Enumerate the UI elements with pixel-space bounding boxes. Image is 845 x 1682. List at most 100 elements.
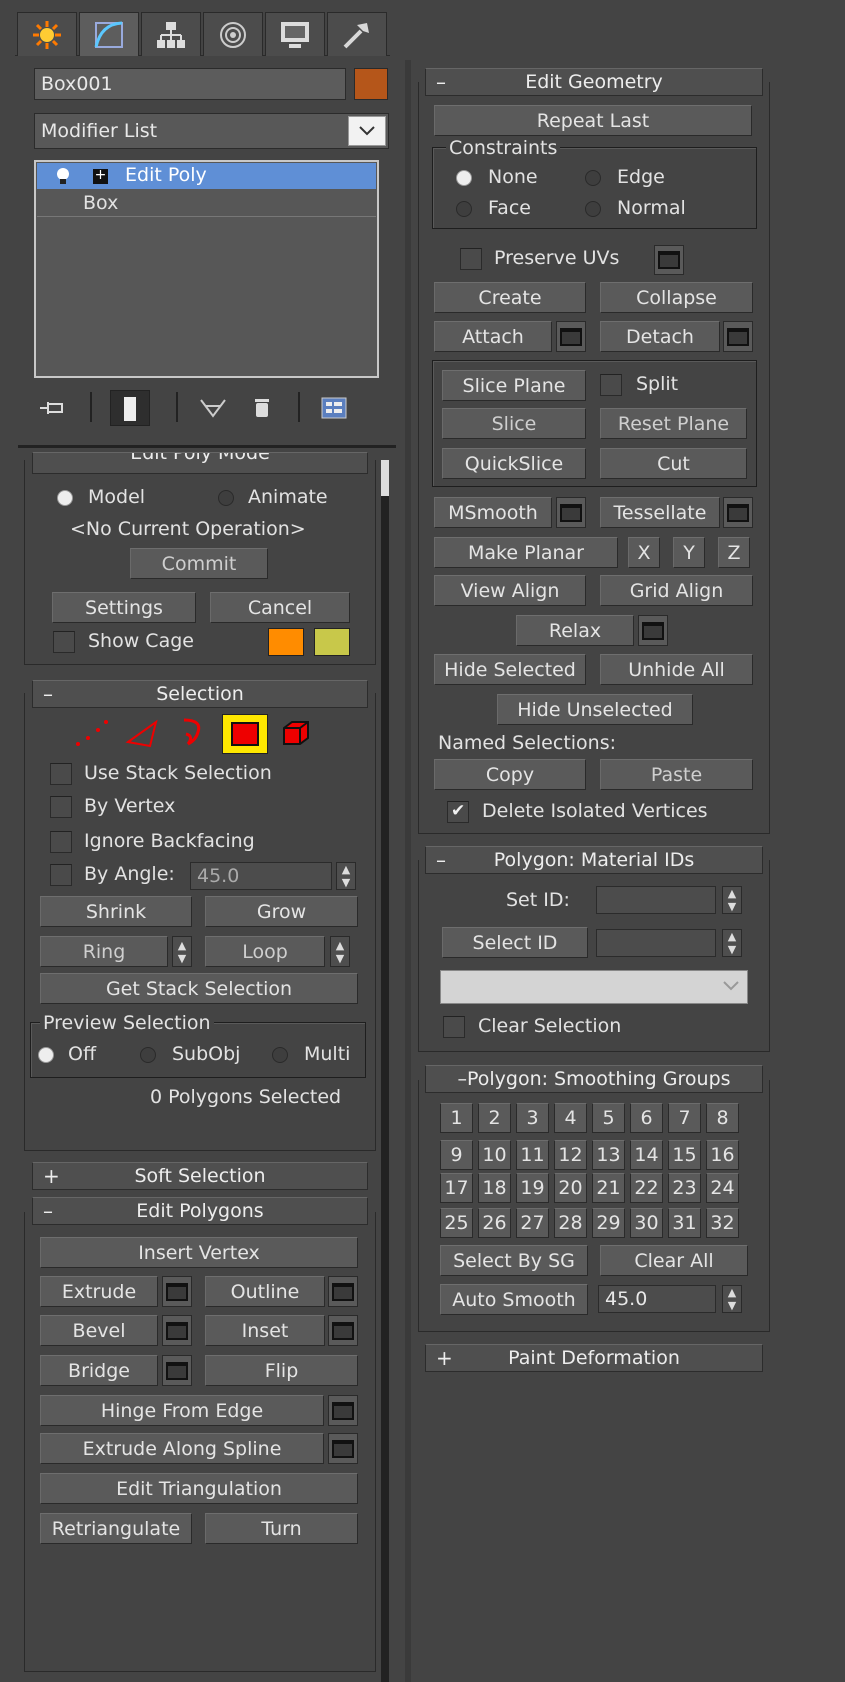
loop-button[interactable]: Loop xyxy=(205,936,325,967)
paste-button[interactable]: Paste xyxy=(600,759,753,790)
constraint-normal-radio[interactable] xyxy=(585,201,601,217)
planar-x-button[interactable]: X xyxy=(628,537,660,568)
settings-button[interactable]: Settings xyxy=(52,592,196,623)
outline-settings-button[interactable] xyxy=(328,1276,358,1307)
smoothing-group-button[interactable]: 16 xyxy=(706,1140,739,1170)
bridge-button[interactable]: Bridge xyxy=(40,1355,158,1386)
detach-button[interactable]: Detach xyxy=(600,321,720,352)
select-id-input[interactable] xyxy=(596,929,716,957)
ignore-backfacing-checkbox[interactable] xyxy=(50,831,72,853)
ring-spinner[interactable]: ▲ ▼ xyxy=(172,936,192,967)
tessellate-settings-button[interactable] xyxy=(723,497,753,528)
hide-unselected-button[interactable]: Hide Unselected xyxy=(497,694,693,725)
delete-isolated-vertices-checkbox[interactable] xyxy=(447,801,469,823)
smoothing-group-button[interactable]: 20 xyxy=(554,1173,587,1203)
make-unique-icon[interactable] xyxy=(198,396,228,420)
tab-modify[interactable] xyxy=(79,12,139,56)
flip-button[interactable]: Flip xyxy=(205,1355,358,1386)
unhide-all-button[interactable]: Unhide All xyxy=(600,654,753,685)
select-id-spinner[interactable]: ▲ ▼ xyxy=(722,929,742,957)
cut-button[interactable]: Cut xyxy=(600,448,747,479)
get-stack-selection-button[interactable]: Get Stack Selection xyxy=(40,973,358,1004)
smoothing-group-button[interactable]: 27 xyxy=(516,1208,549,1238)
cage-color-2[interactable] xyxy=(314,628,350,656)
smoothing-group-button[interactable]: 25 xyxy=(440,1208,473,1238)
clear-all-button[interactable]: Clear All xyxy=(600,1245,748,1276)
bridge-settings-button[interactable] xyxy=(162,1355,192,1386)
edit-poly-mode-header[interactable]: Edit Poly Mode xyxy=(32,452,368,474)
smoothing-group-button[interactable]: 2 xyxy=(478,1103,511,1133)
tab-motion[interactable] xyxy=(203,12,263,56)
smoothing-group-button[interactable]: 29 xyxy=(592,1208,625,1238)
soft-selection-header[interactable]: + Soft Selection xyxy=(32,1162,368,1190)
pin-stack-icon[interactable] xyxy=(38,398,66,418)
preview-off-radio[interactable] xyxy=(38,1047,54,1063)
extrude-button[interactable]: Extrude xyxy=(40,1276,158,1307)
tessellate-button[interactable]: Tessellate xyxy=(600,497,720,528)
expand-plus-icon[interactable]: + xyxy=(93,168,108,184)
set-id-spinner[interactable]: ▲ ▼ xyxy=(722,886,742,914)
smoothing-group-button[interactable]: 7 xyxy=(668,1103,701,1133)
preview-multi-radio[interactable] xyxy=(272,1047,288,1063)
vertex-subobject-icon[interactable] xyxy=(74,718,110,748)
smoothing-group-button[interactable]: 28 xyxy=(554,1208,587,1238)
relax-button[interactable]: Relax xyxy=(516,615,634,646)
tab-utilities[interactable] xyxy=(327,12,387,56)
smoothing-group-button[interactable]: 6 xyxy=(630,1103,663,1133)
select-by-sg-button[interactable]: Select By SG xyxy=(440,1245,588,1276)
object-name-field[interactable]: Box001 xyxy=(34,68,346,100)
selection-header[interactable]: – Selection xyxy=(32,680,368,708)
smoothing-group-button[interactable]: 18 xyxy=(478,1173,511,1203)
smoothing-group-button[interactable]: 32 xyxy=(706,1208,739,1238)
smoothing-group-button[interactable]: 14 xyxy=(630,1140,663,1170)
by-angle-input[interactable]: 45.0 xyxy=(190,862,332,890)
material-name-dropdown[interactable] xyxy=(440,970,748,1004)
msmooth-button[interactable]: MSmooth xyxy=(434,497,552,528)
smoothing-group-button[interactable]: 11 xyxy=(516,1140,549,1170)
shrink-button[interactable]: Shrink xyxy=(40,896,192,927)
by-angle-checkbox[interactable] xyxy=(50,864,72,886)
insert-vertex-button[interactable]: Insert Vertex xyxy=(40,1237,358,1268)
relax-settings-button[interactable] xyxy=(638,615,668,646)
scrollbar-thumb[interactable] xyxy=(381,460,389,496)
smoothing-group-button[interactable]: 13 xyxy=(592,1140,625,1170)
commit-button[interactable]: Commit xyxy=(130,548,268,579)
quickslice-button[interactable]: QuickSlice xyxy=(442,448,586,479)
edge-subobject-icon[interactable] xyxy=(124,718,160,748)
smoothing-group-button[interactable]: 19 xyxy=(516,1173,549,1203)
smoothing-group-button[interactable]: 31 xyxy=(668,1208,701,1238)
left-scrollbar[interactable] xyxy=(381,460,389,1682)
edit-geometry-header[interactable]: – Edit Geometry xyxy=(425,68,763,96)
configure-modifier-sets-icon[interactable] xyxy=(320,396,350,420)
model-radio[interactable] xyxy=(57,490,73,506)
auto-smooth-button[interactable]: Auto Smooth xyxy=(440,1284,588,1315)
remove-modifier-icon[interactable] xyxy=(252,396,272,420)
ring-button[interactable]: Ring xyxy=(40,936,168,967)
repeat-last-button[interactable]: Repeat Last xyxy=(434,105,752,136)
stack-item-edit-poly[interactable]: + Edit Poly xyxy=(37,163,376,189)
smoothing-group-button[interactable]: 8 xyxy=(706,1103,739,1133)
smoothing-group-button[interactable]: 26 xyxy=(478,1208,511,1238)
select-id-button[interactable]: Select ID xyxy=(442,927,588,958)
element-subobject-icon[interactable] xyxy=(280,718,312,748)
preserve-uvs-settings-button[interactable] xyxy=(654,245,684,275)
smoothing-group-button[interactable]: 5 xyxy=(592,1103,625,1133)
hinge-from-edge-button[interactable]: Hinge From Edge xyxy=(40,1395,324,1426)
loop-spinner[interactable]: ▲ ▼ xyxy=(330,936,350,967)
collapse-button[interactable]: Collapse xyxy=(600,282,753,313)
make-planar-button[interactable]: Make Planar xyxy=(434,537,618,568)
split-checkbox[interactable] xyxy=(600,374,622,396)
cancel-button[interactable]: Cancel xyxy=(210,592,350,623)
attach-settings-button[interactable] xyxy=(556,321,586,352)
view-align-button[interactable]: View Align xyxy=(434,575,586,606)
tab-hierarchy[interactable] xyxy=(141,12,201,56)
hinge-settings-button[interactable] xyxy=(328,1395,358,1426)
by-vertex-checkbox[interactable] xyxy=(50,796,72,818)
planar-z-button[interactable]: Z xyxy=(718,537,750,568)
bevel-button[interactable]: Bevel xyxy=(40,1315,158,1346)
bevel-settings-button[interactable] xyxy=(162,1315,192,1346)
smoothing-groups-header[interactable]: – Polygon: Smoothing Groups xyxy=(425,1065,763,1093)
paint-deformation-header[interactable]: + Paint Deformation xyxy=(425,1344,763,1372)
detach-settings-button[interactable] xyxy=(723,321,753,352)
turn-button[interactable]: Turn xyxy=(205,1513,358,1544)
